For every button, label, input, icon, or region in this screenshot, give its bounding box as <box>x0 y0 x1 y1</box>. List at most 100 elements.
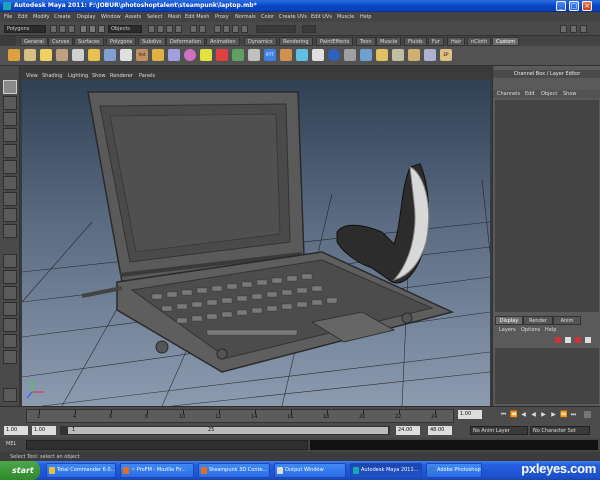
layer-menu-layers[interactable]: Layers <box>499 327 516 333</box>
lasso-tool-icon[interactable] <box>3 96 17 110</box>
menu-file[interactable]: File <box>4 14 12 20</box>
taskbar-button-firefox[interactable]: ~ ProFM - Mozilla Fir... <box>120 463 194 478</box>
show-channel-box-icon[interactable] <box>580 25 587 33</box>
layer-list[interactable] <box>495 348 599 404</box>
command-language-toggle[interactable]: MEL <box>6 441 16 447</box>
snap-curve-icon[interactable] <box>157 25 164 33</box>
perspective-viewport[interactable] <box>22 72 490 406</box>
shelf-tab-curves[interactable]: Curves <box>48 37 74 46</box>
shelf-ifft-icon[interactable]: IFFT <box>264 49 276 61</box>
anim-layer-dropdown[interactable]: No Anim Layer <box>470 426 528 435</box>
render-view-icon[interactable] <box>214 25 221 33</box>
menu-modify[interactable]: Modify <box>33 14 50 20</box>
time-slider-track[interactable]: 2 4 6 8 10 12 14 16 18 20 22 24 <box>26 409 454 423</box>
shelf-tool-icon[interactable] <box>360 49 372 61</box>
shelf-tab-surfaces[interactable]: Surfaces <box>74 37 104 46</box>
shelf-fmt-icon[interactable]: fmt <box>136 49 148 61</box>
render-settings-icon[interactable] <box>241 25 248 33</box>
shelf-tool-icon[interactable] <box>120 49 132 61</box>
panel-menu-lighting[interactable]: Lighting <box>68 73 88 79</box>
menu-edit-mesh[interactable]: Edit Mesh <box>185 14 209 20</box>
layout-single-pane-icon[interactable] <box>3 254 17 268</box>
soft-modification-icon[interactable] <box>3 192 17 206</box>
shelf-tool-icon[interactable] <box>280 49 292 61</box>
shelf-tool-icon[interactable] <box>344 49 356 61</box>
layout-hypershade-icon[interactable] <box>3 334 17 348</box>
layer-option2-icon[interactable] <box>585 337 591 343</box>
new-scene-icon[interactable] <box>50 25 57 33</box>
play-forwards-icon[interactable]: ▶ <box>540 411 547 418</box>
command-input-field[interactable] <box>26 440 308 450</box>
shelf-tab-ncloth[interactable]: nCloth <box>467 37 492 46</box>
step-forward-frame-icon[interactable]: ▶︎ <box>550 411 557 418</box>
paint-select-tool-icon[interactable] <box>3 112 17 126</box>
animation-end-field[interactable]: 48.00 <box>428 426 452 435</box>
open-scene-icon[interactable] <box>59 25 66 33</box>
snap-view-plane-icon[interactable] <box>175 25 182 33</box>
shelf-tool-icon[interactable] <box>392 49 404 61</box>
show-manipulator-icon[interactable] <box>3 208 17 222</box>
range-slider-handle[interactable]: 1 25 <box>68 427 388 434</box>
layout-four-pane-icon[interactable] <box>3 270 17 284</box>
new-layer-selected-icon[interactable] <box>565 337 571 343</box>
close-button[interactable]: × <box>582 1 592 11</box>
shelf-tool-icon[interactable] <box>248 49 260 61</box>
shelf-tool-icon[interactable] <box>24 49 36 61</box>
step-forward-key-icon[interactable]: ⏩ <box>560 411 567 418</box>
shelf-tool-icon[interactable] <box>152 49 164 61</box>
taskbar-button-total-commander[interactable]: Total Commander 6.0... <box>46 463 116 478</box>
menu-proxy[interactable]: Proxy <box>215 14 229 20</box>
shelf-tab-toon[interactable]: Toon <box>356 37 376 46</box>
menu-mesh[interactable]: Mesh <box>168 14 181 20</box>
menu-edit-uvs[interactable]: Edit UVs <box>311 14 332 20</box>
menu-normals[interactable]: Normals <box>235 14 256 20</box>
panel-menu-view[interactable]: View <box>26 73 38 79</box>
select-tool-icon[interactable] <box>3 80 17 94</box>
layout-custom-icon[interactable] <box>3 350 17 364</box>
universal-manipulator-icon[interactable] <box>3 176 17 190</box>
shelf-tool-icon[interactable] <box>216 49 228 61</box>
layout-outliner-icon[interactable] <box>3 302 17 316</box>
playback-start-field[interactable]: 1.00 <box>32 426 56 435</box>
step-back-key-icon[interactable]: ⏪ <box>510 411 517 418</box>
show-attribute-editor-icon[interactable] <box>560 25 567 33</box>
shelf-tool-icon[interactable] <box>408 49 420 61</box>
shelf-tab-rendering[interactable]: Rendering <box>279 37 313 46</box>
window-titlebar[interactable]: Autodesk Maya 2011: F:\JOBUR\photoshopta… <box>0 0 600 12</box>
shelf-tool-icon[interactable] <box>296 49 308 61</box>
shelf-sphere-icon[interactable] <box>184 49 196 61</box>
channel-menu-channels[interactable]: Channels <box>497 91 520 97</box>
taskbar-button-photoshop[interactable]: Adobe Photoshop <box>426 463 482 478</box>
shelf-tool-icon[interactable] <box>312 49 324 61</box>
play-backwards-icon[interactable]: ◀ <box>530 411 537 418</box>
taskbar-button-steampunk-contest[interactable]: Steampunk 3D Conte... <box>198 463 270 478</box>
shelf-tab-custom[interactable]: Custom <box>492 37 520 46</box>
script-editor-icon[interactable] <box>3 388 17 402</box>
shelf-tool-icon[interactable] <box>8 49 20 61</box>
numeric-input-field[interactable] <box>302 25 316 33</box>
playback-end-field[interactable]: 24.00 <box>396 426 420 435</box>
character-set-dropdown[interactable]: No Character Set <box>530 426 590 435</box>
channel-menu-object[interactable]: Object <box>541 91 557 97</box>
maximize-button[interactable]: □ <box>569 1 579 11</box>
menu-edit[interactable]: Edit <box>18 14 28 20</box>
current-frame-field[interactable]: 1.00 <box>458 410 482 419</box>
shelf-tab-painteffects[interactable]: PaintEffects <box>316 37 354 46</box>
construction-history-icon[interactable] <box>199 25 206 33</box>
start-button[interactable]: start <box>0 461 40 480</box>
panel-menu-renderer[interactable]: Renderer <box>110 73 133 79</box>
input-line-field[interactable] <box>256 25 296 33</box>
layer-tab-display[interactable]: Display <box>495 316 523 325</box>
ipr-render-icon[interactable] <box>232 25 239 33</box>
snap-point-icon[interactable] <box>166 25 173 33</box>
channel-box-attributes[interactable] <box>495 100 599 312</box>
range-slider-track[interactable]: 1 25 <box>60 426 390 435</box>
shelf-tool-icon[interactable] <box>200 49 212 61</box>
shelf-tab-general[interactable]: General <box>20 37 48 46</box>
last-tool-icon[interactable] <box>3 224 17 238</box>
menu-window[interactable]: Window <box>101 14 121 20</box>
shelf-ep-icon[interactable]: EP <box>440 49 452 61</box>
menu-color[interactable]: Color <box>261 14 274 20</box>
shelf-tool-icon[interactable] <box>168 49 180 61</box>
save-scene-icon[interactable] <box>68 25 75 33</box>
